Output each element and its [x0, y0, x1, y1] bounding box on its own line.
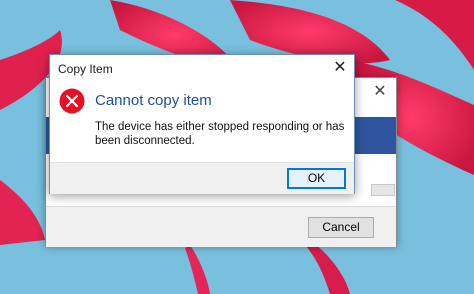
error-headline: Cannot copy item [95, 92, 212, 109]
dialog-title: Copy Item [58, 62, 113, 76]
dialog-footer: OK [50, 162, 354, 194]
close-icon[interactable]: ✕ [330, 58, 350, 78]
cancel-button[interactable]: Cancel [308, 217, 374, 238]
dialog-titlebar[interactable]: Copy Item ✕ [50, 55, 354, 82]
error-dialog: Copy Item ✕ Cannot copy item The device … [49, 54, 355, 194]
close-icon[interactable]: ✕ [370, 82, 390, 102]
ok-button[interactable]: OK [287, 168, 346, 189]
error-icon [59, 88, 85, 114]
progress-bar [371, 184, 395, 196]
error-message: The device has either stopped responding… [95, 121, 345, 147]
progress-footer: Cancel [46, 206, 396, 247]
